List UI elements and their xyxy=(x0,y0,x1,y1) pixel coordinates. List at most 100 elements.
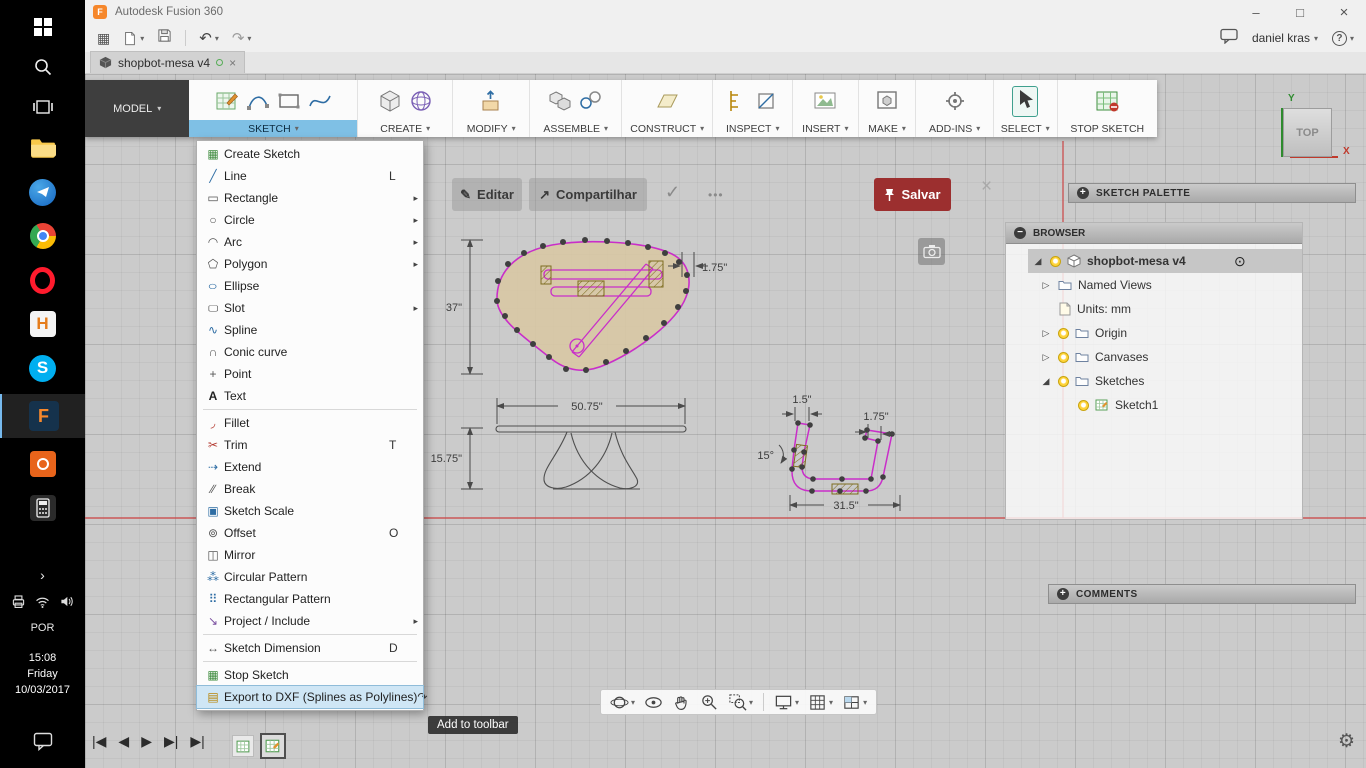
pan-button[interactable] xyxy=(669,693,694,712)
rectangle-tool-icon[interactable] xyxy=(276,88,302,114)
play-button[interactable]: ▶ xyxy=(141,733,152,750)
go-to-start-button[interactable]: |◀ xyxy=(92,733,106,750)
tray-expand-chevron[interactable]: › xyxy=(0,564,85,586)
redo-button[interactable]: ↷ ▾ xyxy=(232,29,252,47)
inspect-menu-button[interactable]: INSPECT ▾ xyxy=(713,120,792,137)
fit-zoom-window-button[interactable]: ▾ xyxy=(725,693,756,712)
menu-item-extend[interactable]: ⇢ Extend xyxy=(197,456,423,478)
menu-item-sketch-dimension[interactable]: ↔ Sketch Dimension D xyxy=(197,637,423,659)
calculator-button[interactable] xyxy=(0,490,85,526)
menu-item-rectangle[interactable]: ▭ Rectangle ▸ xyxy=(197,187,423,209)
skype-button[interactable]: S xyxy=(0,350,85,386)
select-menu-button[interactable]: SELECT ▾ xyxy=(994,120,1057,137)
expander-icon[interactable]: ▷ xyxy=(1040,352,1052,363)
activate-component-icon[interactable]: ⊙ xyxy=(1234,253,1246,270)
menu-item-export-to-dxf[interactable]: ▤ Export to DXF (Splines as Polylines) ↷ xyxy=(196,685,427,709)
dim-175-side[interactable]: 1.75" xyxy=(863,411,888,423)
menu-item-rectangular-pattern[interactable]: ⠿ Rectangular Pattern xyxy=(197,588,423,610)
start-button[interactable] xyxy=(0,10,85,44)
create-box-icon[interactable] xyxy=(377,88,403,114)
insert-menu-button[interactable]: INSERT ▾ xyxy=(793,120,858,137)
stop-sketch-icon[interactable] xyxy=(1093,87,1121,115)
menu-item-mirror[interactable]: ◫ Mirror xyxy=(197,544,423,566)
toolbar-group-addins[interactable]: ADD-INS ▾ xyxy=(916,80,994,137)
create-menu-button[interactable]: CREATE ▾ xyxy=(358,120,451,137)
dim-15[interactable]: 1.5" xyxy=(792,394,811,406)
opera-button[interactable] xyxy=(0,262,85,298)
addins-menu-button[interactable]: ADD-INS ▾ xyxy=(916,120,993,137)
menu-item-slot[interactable]: ▢ Slot ▸ xyxy=(197,297,423,319)
save-version-button[interactable]: Salvar xyxy=(874,178,951,211)
menu-item-spline[interactable]: ∿ Spline xyxy=(197,319,423,341)
sketch-menu-button[interactable]: SKETCH ▾ xyxy=(189,120,358,137)
document-tab[interactable]: shopbot-mesa v4 × xyxy=(90,51,246,73)
menu-item-text[interactable]: A Text xyxy=(197,385,423,407)
expander-icon[interactable]: ◢ xyxy=(1032,256,1044,267)
wifi-icon[interactable] xyxy=(34,593,51,610)
addins-gear-icon[interactable] xyxy=(942,88,968,114)
browser-item-canvases[interactable]: ▷ Canvases xyxy=(1006,345,1302,369)
collapse-icon[interactable]: − xyxy=(1014,227,1026,239)
timeline-feature-sketch-selected[interactable] xyxy=(260,733,286,759)
expand-icon[interactable]: + xyxy=(1057,588,1069,600)
spline-tool-icon[interactable] xyxy=(307,88,333,114)
expander-icon[interactable]: ▷ xyxy=(1040,280,1052,291)
browser-item-sketch1[interactable]: Sketch1 xyxy=(1006,393,1302,417)
create-form-icon[interactable] xyxy=(408,88,434,114)
menu-item-ellipse[interactable]: ○ Ellipse xyxy=(197,275,423,297)
maximize-button[interactable]: □ xyxy=(1278,0,1322,24)
minimize-button[interactable]: – xyxy=(1234,0,1278,24)
toolbar-group-make[interactable]: MAKE ▾ xyxy=(859,80,917,137)
visibility-bulb-icon[interactable] xyxy=(1058,351,1069,363)
close-button[interactable]: × xyxy=(1322,0,1366,24)
menu-item-circle[interactable]: ○ Circle ▸ xyxy=(197,209,423,231)
expander-icon[interactable]: ▷ xyxy=(1040,328,1052,339)
grid-settings-button[interactable]: ▾ xyxy=(805,693,836,712)
joint-icon[interactable] xyxy=(578,88,604,114)
menu-item-arc[interactable]: ◠ Arc ▸ xyxy=(197,231,423,253)
menu-item-point[interactable]: + Point xyxy=(197,363,423,385)
dim-37[interactable]: 37" xyxy=(446,302,462,314)
menu-item-sketch-scale[interactable]: ▣ Sketch Scale xyxy=(197,500,423,522)
browser-item-named-views[interactable]: ▷ Named Views xyxy=(1006,273,1302,297)
menu-item-stop-sketch[interactable]: ▦ Stop Sketch xyxy=(197,664,423,686)
taskbar-search-button[interactable] xyxy=(0,50,85,84)
dim-175-top[interactable]: 1.75" xyxy=(702,262,727,274)
menu-item-trim[interactable]: ✂ Trim T xyxy=(197,434,423,456)
toolbar-group-construct[interactable]: CONSTRUCT ▾ xyxy=(622,80,714,137)
comments-panel-header[interactable]: + COMMENTS xyxy=(1048,584,1356,604)
language-indicator[interactable]: POR xyxy=(0,618,85,638)
more-options-icon[interactable]: ••• xyxy=(708,188,724,202)
measure-icon[interactable] xyxy=(726,88,750,114)
blue-app-button[interactable] xyxy=(0,174,85,210)
step-back-button[interactable]: ◀ xyxy=(118,733,129,750)
insert-canvas-icon[interactable] xyxy=(812,88,838,114)
toolbar-group-create[interactable]: CREATE ▾ xyxy=(358,80,453,137)
expander-icon[interactable]: ◢ xyxy=(1040,376,1052,387)
edit-button[interactable]: ✎ Editar xyxy=(452,178,522,211)
menu-item-conic-curve[interactable]: ∩ Conic curve xyxy=(197,341,423,363)
task-view-button[interactable] xyxy=(0,90,85,124)
visibility-bulb-icon[interactable] xyxy=(1050,255,1061,267)
menu-item-line[interactable]: ╱ Line L xyxy=(197,165,423,187)
menu-item-project-include[interactable]: ↘ Project / Include ▸ xyxy=(197,610,423,632)
go-to-end-button[interactable]: ▶| xyxy=(190,733,204,750)
menu-item-offset[interactable]: ⊚ Offset O xyxy=(197,522,423,544)
chrome-button[interactable] xyxy=(0,218,85,254)
view-capture-icon[interactable] xyxy=(918,238,945,265)
timeline-settings-gear-icon[interactable]: ⚙ xyxy=(1338,730,1355,753)
workspace-switcher[interactable]: MODEL ▾ xyxy=(85,80,190,137)
dim-5075[interactable]: 50.75" xyxy=(571,401,603,413)
toolbar-group-modify[interactable]: MODIFY ▾ xyxy=(453,80,531,137)
browser-item-root[interactable]: ◢ shopbot-mesa v4 ⊙ xyxy=(1028,249,1302,273)
zoom-button[interactable] xyxy=(697,693,722,712)
orange-app-button[interactable] xyxy=(0,446,85,482)
dim-1575[interactable]: 15.75" xyxy=(431,453,463,465)
volume-icon[interactable] xyxy=(58,593,75,610)
modify-menu-button[interactable]: MODIFY ▾ xyxy=(453,120,530,137)
toolbar-group-inspect[interactable]: INSPECT ▾ xyxy=(713,80,794,137)
file-explorer-button[interactable] xyxy=(0,130,85,166)
close-overlay-icon[interactable]: × xyxy=(981,176,992,198)
toolbar-group-sketch[interactable]: SKETCH ▾ xyxy=(189,80,359,137)
toolbar-group-assemble[interactable]: ASSEMBLE ▾ xyxy=(530,80,622,137)
